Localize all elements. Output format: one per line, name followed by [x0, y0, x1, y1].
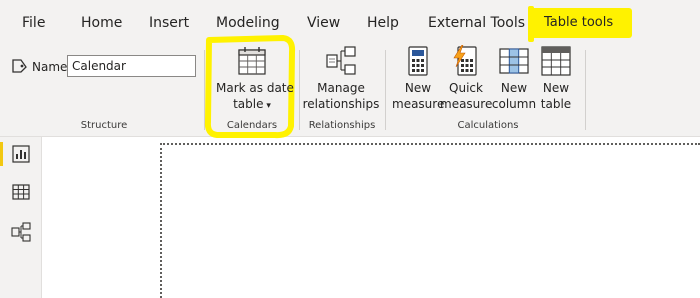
calendars-group-label: Calendars: [226, 120, 278, 131]
separator: [299, 50, 300, 130]
report-canvas[interactable]: [160, 143, 700, 298]
tab-home[interactable]: Home: [81, 14, 122, 32]
mark-as-date-table-label-line1[interactable]: Mark as date: [216, 80, 294, 96]
relationships-group-label: Relationships: [308, 120, 376, 131]
tab-help[interactable]: Help: [367, 14, 399, 32]
manage-relationships-label-line1[interactable]: Manage: [305, 80, 377, 96]
new-column-label-line2[interactable]: column: [488, 96, 540, 112]
tab-table-tools[interactable]: Table tools: [544, 14, 613, 32]
structure-group-label: Structure: [80, 120, 128, 131]
tag-icon: [11, 58, 27, 77]
report-view-icon[interactable]: [12, 145, 30, 167]
separator: [585, 50, 586, 130]
new-measure-icon: [407, 46, 429, 80]
new-table-label-line1[interactable]: New: [534, 80, 578, 96]
new-column-label-line1[interactable]: New: [492, 80, 536, 96]
tab-modeling[interactable]: Modeling: [216, 14, 280, 32]
new-column-icon: [499, 48, 529, 78]
tab-external-tools[interactable]: External Tools: [428, 14, 525, 32]
active-view-indicator: [0, 142, 3, 166]
chevron-down-icon: ▾: [263, 101, 271, 111]
name-label: Name: [32, 60, 68, 74]
model-view-icon[interactable]: [11, 222, 31, 246]
new-table-icon: [541, 46, 571, 80]
quick-measure-icon: [452, 44, 478, 80]
new-table-label-line2[interactable]: table: [534, 96, 578, 112]
quick-measure-label-line1[interactable]: Quick: [444, 80, 488, 96]
mark-as-date-table-label-line2[interactable]: table ▾: [216, 96, 288, 114]
data-view-icon[interactable]: [12, 184, 30, 204]
new-measure-label-line2[interactable]: measure: [392, 96, 444, 112]
manage-relationships-icon: [325, 46, 357, 80]
tab-insert[interactable]: Insert: [149, 14, 189, 32]
manage-relationships-label-line2[interactable]: relationships: [300, 96, 382, 112]
table-tools-highlight-edge: [528, 6, 534, 42]
tab-view[interactable]: View: [307, 14, 340, 32]
tab-file[interactable]: File: [22, 14, 45, 32]
name-field[interactable]: [67, 55, 196, 77]
calculations-group-label: Calculations: [457, 120, 519, 131]
new-measure-label-line1[interactable]: New: [396, 80, 440, 96]
separator: [385, 50, 386, 130]
quick-measure-label-line2[interactable]: measure: [440, 96, 492, 112]
calendar-table-icon: [237, 46, 267, 80]
